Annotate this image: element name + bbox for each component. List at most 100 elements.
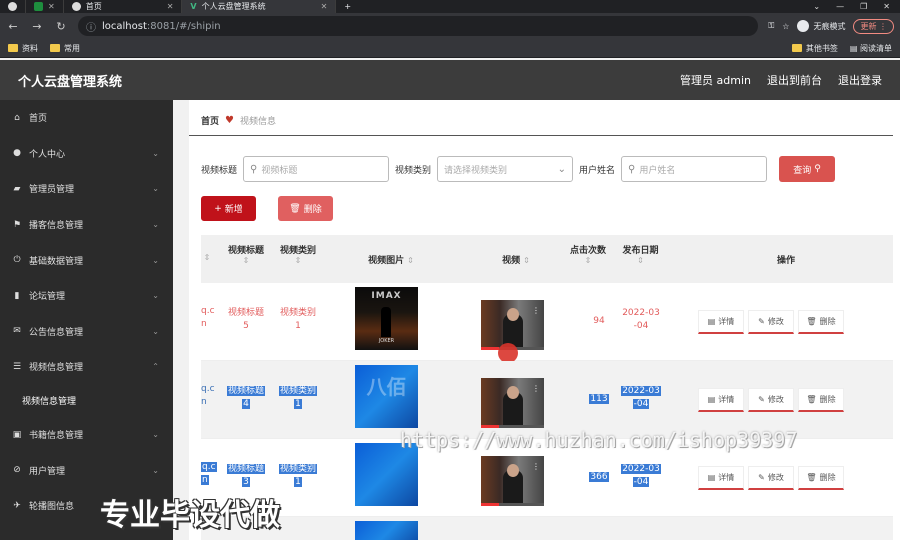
query-button[interactable]: 查询 ⚲	[779, 156, 836, 182]
trash-icon: 🗑	[806, 473, 817, 482]
sidebar-item-basedata[interactable]: ⏻ 基础数据管理 ⌄	[0, 242, 173, 278]
tab-chrome-menu[interactable]	[0, 0, 26, 13]
action-bar: + 新增 🗑 删除	[201, 196, 333, 221]
edit-button[interactable]: ✎ 修改	[748, 388, 794, 412]
folder-icon	[791, 44, 802, 52]
incognito-icon	[797, 20, 810, 32]
sidebar-item-home[interactable]: ⌂ 首页	[0, 100, 173, 136]
header-title[interactable]: 视频标题 ⇕	[221, 243, 271, 265]
sidebar-item-forum[interactable]: ▮ 论坛管理 ⌄	[0, 278, 173, 314]
edit-button[interactable]: ✎ 修改	[748, 310, 794, 334]
reading-list-label: 阅读清单	[860, 43, 892, 53]
star-icon[interactable]: ☆	[782, 22, 789, 31]
table-row[interactable]: q.c n 视频标题 5 视频类别 1 IMAX JOKER ⋮ 94 2022-03…	[201, 283, 893, 363]
url-input[interactable]: ⓘ localhost:8081/#/shipin	[78, 16, 759, 36]
back-icon[interactable]: ←	[6, 20, 20, 33]
sort-icon: ⇕	[637, 256, 644, 265]
content-card: 首页 ♥ 视频信息 视频标题 ⚲ 视频标题 视频类别 请选择视频类别 ⌄ 用户姓名 …	[189, 100, 900, 540]
delete-button[interactable]: 🗑 删除	[798, 388, 844, 412]
edit-button[interactable]: ✎ 修改	[748, 466, 794, 490]
sidebar-item-admins[interactable]: ▰ 管理员管理 ⌄	[0, 171, 173, 207]
bookmark-item[interactable]: 资料	[8, 43, 38, 54]
sidebar-item-podcasts[interactable]: ⚑ 播客信息管理 ⌄	[0, 207, 173, 243]
bookmark-label: 资料	[22, 43, 38, 53]
delete-button[interactable]: 🗑 删除	[798, 310, 844, 334]
video-progress	[481, 503, 499, 506]
table-header: ⇕ 视频标题 ⇕ 视频类别 ⇕ 视频图片 ⇕ 视频 ⇕ 点击次数 ⇕ 发布日期 ⇕ 操作	[201, 235, 893, 283]
detail-button[interactable]: ▤ 详情	[698, 466, 744, 490]
close-icon[interactable]: ✕	[167, 2, 174, 11]
update-button[interactable]: 更新 ⋮	[853, 18, 894, 34]
reading-list[interactable]: ▤ 阅读清单	[850, 43, 892, 54]
sidebar-item-label: 轮播图信息	[29, 502, 75, 513]
cell-date: 2022-03 -04	[619, 307, 663, 333]
trash-icon: 🗑	[289, 203, 301, 214]
bulk-delete-button[interactable]: 🗑 删除	[278, 196, 333, 221]
delete-label: 删除	[303, 205, 322, 215]
poster-image[interactable]	[355, 443, 418, 506]
folder-icon	[8, 44, 18, 52]
close-icon[interactable]: ✕	[48, 2, 55, 11]
more-icon[interactable]: ⋮	[532, 306, 540, 315]
home-icon: ⌂	[14, 112, 20, 123]
tab-app[interactable]: V 个人云盘管理系统 ✕	[182, 0, 337, 13]
chrome-icon	[8, 2, 17, 11]
video-player[interactable]: ⋮	[481, 300, 544, 350]
minimize-icon[interactable]: —	[836, 2, 844, 11]
logout-link[interactable]: 退出登录	[838, 72, 882, 88]
add-button[interactable]: + 新增	[201, 196, 256, 221]
header-date[interactable]: 发布日期 ⇕	[613, 243, 668, 265]
header-clicks[interactable]: 点击次数 ⇕	[563, 243, 613, 265]
video-player[interactable]: ⋮	[481, 456, 544, 506]
detail-button[interactable]: ▤ 详情	[698, 310, 744, 334]
close-window-icon[interactable]: ✕	[883, 2, 890, 11]
date-text: 2022-03	[621, 464, 661, 474]
sidebar-subitem-video-manage[interactable]: 视频信息管理	[0, 384, 173, 417]
delete-button[interactable]: 🗑 删除	[798, 466, 844, 490]
new-tab-button[interactable]: +	[336, 0, 359, 13]
chevron-down-icon: ⌄	[152, 148, 159, 158]
sidebar-item-notices[interactable]: ✉ 公告信息管理 ⌄	[0, 314, 173, 350]
url-path: :8081/#/shipin	[146, 20, 221, 32]
header-video[interactable]: 视频 ⇕	[481, 253, 551, 266]
chevron-down-icon[interactable]: ⌄	[813, 2, 820, 11]
sidebar-item-videos[interactable]: ☰ 视频信息管理 ⌃	[0, 349, 173, 385]
video-progress	[481, 347, 499, 350]
tab-doc[interactable]: ✕	[26, 0, 64, 13]
close-icon[interactable]: ✕	[321, 2, 328, 11]
sort-icon[interactable]: ⇕	[201, 253, 213, 262]
sidebar-item-users[interactable]: ⊘ 用户管理 ⌄	[0, 452, 173, 488]
sidebar-item-books[interactable]: ▣ 书籍信息管理 ⌄	[0, 417, 173, 453]
header-image[interactable]: 视频图片 ⇕	[351, 253, 431, 266]
key-icon[interactable]: ⚿	[768, 21, 774, 31]
more-icon[interactable]: ⋮	[532, 462, 540, 471]
restore-icon[interactable]: ❐	[860, 2, 867, 11]
to-front-link[interactable]: 退出到前台	[767, 72, 822, 88]
incognito-indicator[interactable]: 无痕模式	[797, 20, 845, 32]
bookmark-item[interactable]: 其他书签	[791, 43, 838, 54]
user-search-input[interactable]: ⚲ 用户姓名	[621, 156, 768, 182]
poster-image[interactable]	[355, 521, 418, 540]
poster-image[interactable]: 八佰	[355, 365, 418, 428]
info-icon[interactable]: ⓘ	[86, 19, 96, 34]
sidebar-item-label: 视频信息管理	[29, 363, 84, 374]
header-type[interactable]: 视频类别 ⇕	[273, 243, 323, 265]
more-icon[interactable]: ⋮	[532, 384, 540, 393]
poster-image[interactable]: IMAX JOKER	[355, 287, 418, 350]
breadcrumb-home[interactable]: 首页	[201, 114, 219, 127]
forward-icon[interactable]: →	[30, 20, 44, 33]
chevron-down-icon: ⌄	[152, 430, 159, 440]
title-search-input[interactable]: ⚲ 视频标题	[243, 156, 390, 182]
table-row[interactable]	[201, 517, 893, 540]
search-icon: ⚲	[250, 163, 258, 175]
reload-icon[interactable]: ↻	[54, 20, 68, 33]
video-player[interactable]: ⋮	[481, 378, 544, 428]
type-select[interactable]: 请选择视频类别 ⌄	[437, 156, 574, 182]
bookmark-item[interactable]: 常用	[50, 43, 80, 54]
search-icon: ⚲	[628, 163, 636, 175]
sidebar-item-profile[interactable]: ● 个人中心 ⌄	[0, 136, 173, 172]
header-type-text: 视频类别	[279, 246, 316, 256]
tab-home[interactable]: 首页 ✕	[64, 0, 183, 13]
sidebar-item-label: 个人中心	[29, 149, 66, 160]
detail-button[interactable]: ▤ 详情	[698, 388, 744, 412]
